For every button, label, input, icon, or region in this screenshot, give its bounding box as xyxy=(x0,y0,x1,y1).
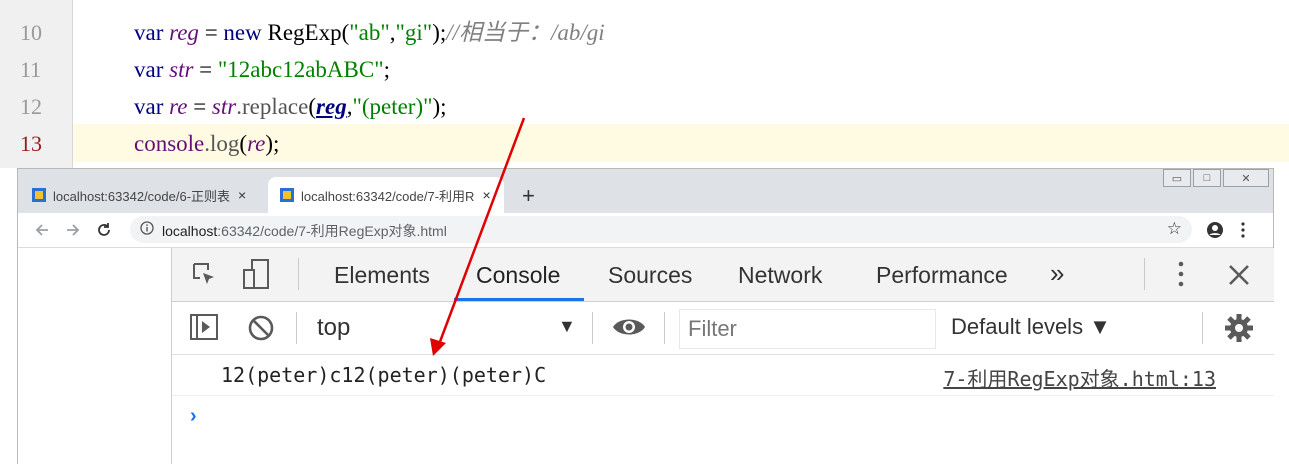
info-icon[interactable] xyxy=(140,221,154,235)
tab-performance[interactable]: Performance xyxy=(876,262,1008,289)
devtools-tabbar: Elements Console Sources Network Perform… xyxy=(172,248,1274,302)
string: "gi" xyxy=(395,20,433,45)
tab-elements[interactable]: Elements xyxy=(334,262,430,289)
line-number-gutter: 10 11 12 13 xyxy=(0,0,73,168)
punct: ( xyxy=(308,94,317,119)
method: replace xyxy=(241,94,309,119)
tab-bar: localhost:63342/code/6-正则表 × localhost:6… xyxy=(18,169,1273,213)
string: "12abc12abABC" xyxy=(217,57,384,82)
arrow-left-icon[interactable] xyxy=(34,222,50,238)
tab-sources[interactable]: Sources xyxy=(608,262,692,289)
operator: = xyxy=(193,57,218,82)
active-tab-indicator xyxy=(454,298,584,301)
string: "(peter)" xyxy=(352,94,433,119)
url-path: :63342/code/7-利用RegExp对象.html xyxy=(217,223,447,239)
tab-network[interactable]: Network xyxy=(738,262,822,289)
browser-tab-active[interactable]: localhost:63342/code/7-利用R × xyxy=(268,177,504,213)
punct: ; xyxy=(383,57,390,82)
variable: reg xyxy=(169,20,199,45)
line-number: 10 xyxy=(20,20,42,45)
punct: ); xyxy=(432,94,447,119)
line-number-current: 13 xyxy=(20,131,42,156)
devtools-panel: Elements Console Sources Network Perform… xyxy=(171,248,1274,464)
source-link[interactable]: 7-利用RegExp对象.html:13 xyxy=(943,363,1216,392)
code-line-12[interactable]: var re = str.replace(reg,"(peter)"); xyxy=(134,92,447,122)
variable: re xyxy=(247,131,266,156)
window-controls: ▭ □ ✕ xyxy=(1163,169,1269,187)
eye-icon[interactable] xyxy=(612,316,646,338)
divider xyxy=(664,312,665,344)
code-line-13[interactable]: console.log(re); xyxy=(134,129,279,159)
divider xyxy=(298,258,299,290)
url-host: localhost xyxy=(162,223,218,239)
variable: str xyxy=(211,94,237,119)
divider xyxy=(1144,258,1145,290)
inspect-element-icon[interactable] xyxy=(192,262,218,288)
code-line-10[interactable]: var reg = new RegExp("ab","gi");//相当于：/a… xyxy=(134,18,605,48)
log-output: 12(peter)c12(peter)(peter)C xyxy=(221,363,547,387)
gear-icon[interactable] xyxy=(1224,313,1254,343)
keyword: new xyxy=(223,20,268,45)
profile-icon[interactable] xyxy=(1206,221,1224,239)
url-text[interactable]: localhost:63342/code/7-利用RegExp对象.html xyxy=(162,221,447,241)
punct: ); xyxy=(265,131,280,156)
star-icon[interactable]: ☆ xyxy=(1167,219,1182,239)
divider xyxy=(296,312,297,344)
more-tabs-button[interactable]: » xyxy=(1050,258,1064,289)
variable: str xyxy=(169,57,194,82)
operator: = xyxy=(187,94,212,119)
tab-console[interactable]: Console xyxy=(476,262,560,289)
minimize-button[interactable]: ▭ xyxy=(1163,169,1191,187)
webstorm-favicon-icon xyxy=(280,188,294,202)
address-bar-row: localhost:63342/code/7-利用RegExp对象.html ☆ xyxy=(18,213,1273,248)
keyword: var xyxy=(134,20,170,45)
console-prompt-icon[interactable]: › xyxy=(190,405,197,428)
line-number: 11 xyxy=(20,57,42,82)
arrow-right-icon[interactable] xyxy=(65,222,81,238)
maximize-button[interactable]: □ xyxy=(1193,169,1221,187)
page-viewport xyxy=(18,248,171,464)
string: "ab" xyxy=(349,20,390,45)
device-toolbar-icon[interactable] xyxy=(242,258,272,290)
keyword: var xyxy=(134,94,170,119)
filter-field[interactable] xyxy=(679,309,936,349)
tab-close-icon[interactable]: × xyxy=(238,187,246,203)
kebab-menu-icon[interactable] xyxy=(1240,221,1246,239)
context-selector[interactable]: top xyxy=(317,314,350,342)
code-editor[interactable]: 10 11 12 13 var reg = new RegExp("ab","g… xyxy=(0,0,1289,168)
chevron-down-icon[interactable]: ▼ xyxy=(558,316,576,337)
tab-title: localhost:63342/code/6-正则表 xyxy=(53,188,231,204)
log-levels-dropdown[interactable]: Default levels ▼ xyxy=(951,314,1111,340)
omnibox[interactable]: localhost:63342/code/7-利用RegExp对象.html ☆ xyxy=(130,216,1192,243)
operator: = xyxy=(198,20,224,45)
tab-title: localhost:63342/code/7-利用R xyxy=(301,188,475,204)
new-tab-button[interactable]: + xyxy=(522,183,535,209)
sidebar-toggle-icon[interactable] xyxy=(190,314,218,340)
close-icon[interactable] xyxy=(1228,264,1250,286)
code-line-11[interactable]: var str = "12abc12abABC"; xyxy=(134,55,390,85)
divider xyxy=(592,312,593,344)
browser-tab[interactable]: localhost:63342/code/6-正则表 × xyxy=(32,177,260,213)
line-number: 12 xyxy=(20,94,42,119)
webstorm-favicon-icon xyxy=(32,188,46,202)
variable-link[interactable]: reg xyxy=(316,94,347,119)
kebab-menu-icon[interactable] xyxy=(1178,260,1184,288)
reload-icon[interactable] xyxy=(96,222,112,238)
divider xyxy=(1202,312,1203,344)
console-message: 12(peter)c12(peter)(peter)C 7-利用RegExp对象… xyxy=(172,355,1274,396)
method: log xyxy=(210,131,240,156)
tab-close-icon[interactable]: × xyxy=(482,187,490,203)
object: console xyxy=(134,131,205,156)
close-window-button[interactable]: ✕ xyxy=(1223,169,1269,187)
punct: ); xyxy=(432,20,447,45)
comment: //相当于：/ab/gi xyxy=(446,20,605,45)
filter-input[interactable] xyxy=(680,310,935,348)
browser-window: localhost:63342/code/6-正则表 × localhost:6… xyxy=(17,168,1274,464)
clear-console-icon[interactable] xyxy=(248,315,274,341)
punct: ( xyxy=(239,131,248,156)
keyword: var xyxy=(134,57,170,82)
class-name: RegExp( xyxy=(267,20,350,45)
console-toolbar: top ▼ Default levels ▼ xyxy=(172,302,1274,355)
variable: re xyxy=(169,94,188,119)
